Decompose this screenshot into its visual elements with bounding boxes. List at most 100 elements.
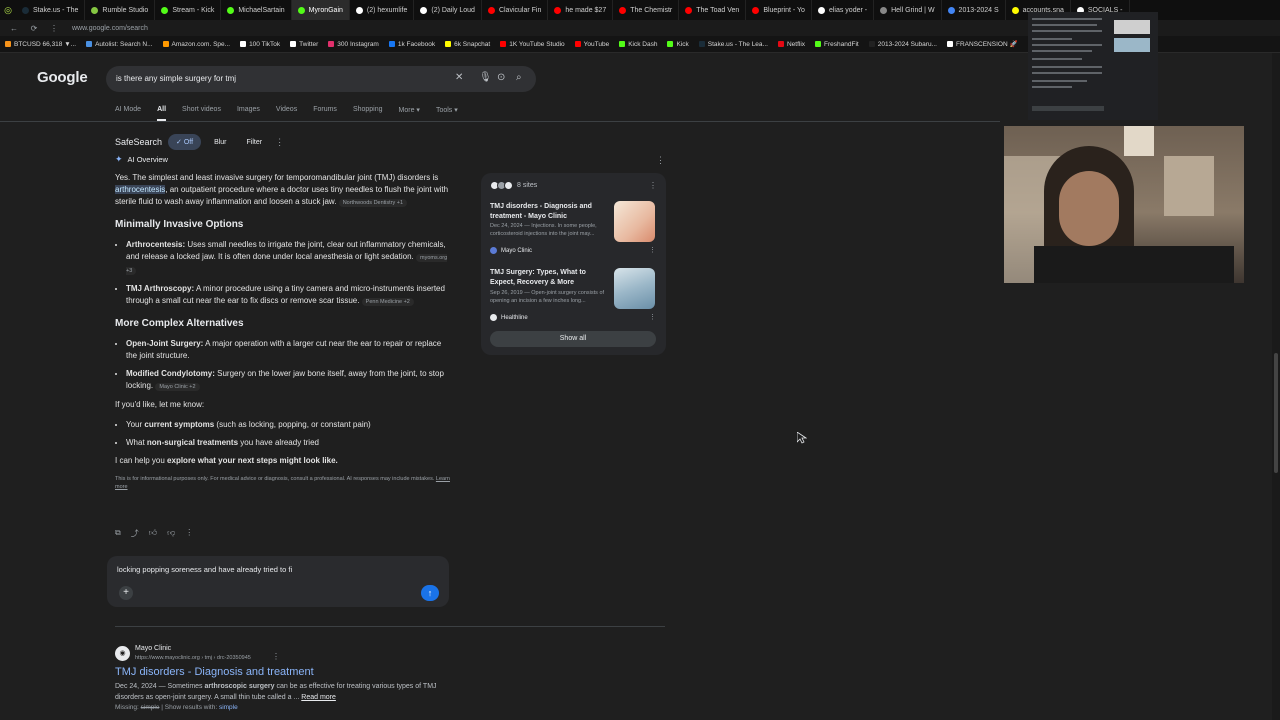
search-tab[interactable]: Short videos: [182, 106, 221, 121]
search-input[interactable]: is there any simple surgery for tmj: [116, 74, 236, 83]
browser-tab[interactable]: The Chemistr: [613, 0, 680, 20]
bookmark-item[interactable]: 6k Snapchat: [440, 41, 495, 48]
source-chip[interactable]: Penn Medicine +2: [361, 298, 414, 306]
tab-label: Stream - Kick: [172, 6, 215, 14]
list-item: What non-surgical treatments you have al…: [126, 437, 450, 449]
source-thumbnail[interactable]: [614, 268, 655, 309]
search-tab[interactable]: All: [157, 106, 167, 121]
source-thumbnail[interactable]: [614, 201, 655, 242]
safesearch-off-chip[interactable]: ✓ Off: [168, 134, 202, 150]
questions-list: Your current symptoms (such as locking, …: [126, 419, 450, 449]
bookmark-item[interactable]: 100 TikTok: [235, 41, 285, 48]
item-text: Your: [126, 420, 145, 429]
browser-tab[interactable]: Hell Grind | W: [874, 0, 942, 20]
mouse-cursor-icon: [796, 431, 808, 449]
safesearch-blur-chip[interactable]: Blur: [207, 136, 233, 149]
google-logo[interactable]: Google: [37, 69, 88, 86]
bookmark-item[interactable]: Amazon.com. Spe...: [158, 41, 236, 48]
more-options-icon[interactable]: ⋮: [275, 137, 284, 148]
card-menu-icon[interactable]: ⋮: [649, 246, 656, 254]
search-tab[interactable]: Forums: [313, 106, 337, 121]
browser-tab[interactable]: (2) hexumlife: [350, 0, 415, 20]
browser-tab[interactable]: Rumble Studio: [85, 0, 156, 20]
scrollbar-thumb[interactable]: [1274, 353, 1278, 473]
search-icon[interactable]: ⌕: [516, 72, 522, 83]
send-button[interactable]: ↑: [421, 585, 439, 601]
browser-tab[interactable]: The Toad Ven: [679, 0, 747, 20]
search-tab[interactable]: More ▾: [399, 106, 420, 121]
mic-icon[interactable]: 🎙: [479, 72, 492, 83]
read-more-link[interactable]: Read more: [301, 694, 336, 701]
browser-tab[interactable]: Stake.us - The: [16, 0, 86, 20]
copy-icon[interactable]: ⧉: [115, 528, 121, 539]
browser-tab[interactable]: Clavicular Fin: [482, 0, 549, 20]
browser-tab[interactable]: Blueprint - Yo: [746, 0, 812, 20]
tab-favicon-icon: [161, 6, 169, 14]
search-box[interactable]: is there any simple surgery for tmj ✕ 🎙 …: [106, 66, 536, 92]
search-tab[interactable]: Shopping: [353, 106, 383, 121]
tab-favicon-icon: [1011, 6, 1019, 14]
bookmark-item[interactable]: 1K YouTube Studio: [495, 41, 569, 48]
bookmark-item[interactable]: YouTube: [570, 41, 615, 48]
bookmark-item[interactable]: 2013-2024 Subaru...: [864, 41, 942, 48]
show-all-button[interactable]: Show all: [490, 331, 656, 347]
browser-tab[interactable]: Stream - Kick: [155, 0, 222, 20]
source-card-title[interactable]: TMJ disorders - Diagnosis and treatment …: [490, 202, 610, 222]
bookmark-item[interactable]: 1k Facebook: [384, 41, 440, 48]
show-results-link[interactable]: simple: [219, 704, 238, 711]
bookmark-item[interactable]: BTCUSD 66,318 ▼...: [0, 41, 81, 48]
sources-header[interactable]: 8 sites: [490, 181, 537, 190]
add-icon[interactable]: +: [119, 586, 133, 600]
browser-tab[interactable]: elias yoder -: [812, 0, 875, 20]
source-card-title[interactable]: TMJ Surgery: Types, What to Expect, Reco…: [490, 268, 610, 288]
bookmark-item[interactable]: FreshandFit: [810, 41, 864, 48]
source-chip[interactable]: Mayo Clinic +2: [155, 383, 200, 391]
bookmark-item[interactable]: Netflix: [773, 41, 810, 48]
bookmark-label: 300 Instagram: [337, 40, 379, 48]
card-menu-icon[interactable]: ⋮: [649, 313, 656, 321]
result-url[interactable]: https://www.mayoclinic.org › tmj › drc-2…: [135, 655, 251, 661]
site-info-icon[interactable]: ⋮: [48, 24, 60, 33]
browser-tab[interactable]: MyronGain: [291, 0, 350, 20]
bookmark-item[interactable]: Kick: [662, 41, 693, 48]
search-tab[interactable]: AI Mode: [115, 106, 141, 121]
sources-menu-icon[interactable]: ⋮: [649, 181, 657, 190]
bookmark-item[interactable]: Autolist: Search N...: [81, 41, 157, 48]
safesearch-filter-chip[interactable]: Filter: [240, 136, 270, 149]
browser-tab[interactable]: MichaelSartain: [221, 0, 292, 20]
clear-icon[interactable]: ✕: [455, 72, 463, 83]
browser-tab[interactable]: he made $27: [548, 0, 614, 20]
bookmark-item[interactable]: Twitter: [285, 41, 323, 48]
more-options-icon[interactable]: ⋮: [185, 528, 193, 539]
ask-text: If you'd like, let me know:: [115, 400, 205, 409]
browser-menu-icon[interactable]: ◎: [0, 5, 16, 16]
bookmark-item[interactable]: Stake.us - The Lea...: [694, 41, 773, 48]
thumbs-down-icon[interactable]: 👎︎: [167, 528, 175, 539]
back-icon[interactable]: ←: [8, 24, 20, 33]
search-tab[interactable]: Images: [237, 106, 260, 121]
browser-tab[interactable]: 2013-2024 S: [942, 0, 1006, 20]
bookmark-item[interactable]: FRANSCENSION 🚀: [942, 40, 1023, 48]
search-tab[interactable]: Tools ▾: [436, 106, 458, 121]
options-list: Arthrocentesis: Uses small needles to ir…: [126, 239, 450, 308]
followup-input-box[interactable]: locking popping soreness and have alread…: [107, 556, 449, 607]
webcam-overlay: [1004, 126, 1244, 283]
result-title-link[interactable]: TMJ disorders - Diagnosis and treatment: [115, 666, 314, 678]
browser-tab[interactable]: (2) Daily Loud: [414, 0, 482, 20]
search-tab[interactable]: Videos: [276, 106, 297, 121]
preview-thumb: [1114, 38, 1150, 52]
lens-icon[interactable]: ⊙: [497, 72, 505, 83]
source-chip[interactable]: Northwoods Dentistry +1: [338, 199, 408, 207]
result-snippet: Dec 24, 2024 — Sometimes arthroscopic su…: [115, 681, 445, 703]
result-menu-icon[interactable]: ⋮: [272, 652, 280, 661]
url-field[interactable]: www.google.com/search: [72, 25, 148, 32]
share-icon[interactable]: ⤴: [131, 528, 139, 539]
result-site-name[interactable]: Mayo Clinic: [135, 645, 171, 652]
page-scrollbar[interactable]: [1272, 53, 1280, 720]
followup-input[interactable]: locking popping soreness and have alread…: [117, 565, 292, 574]
bookmark-item[interactable]: 300 Instagram: [323, 41, 384, 48]
thumbs-up-icon[interactable]: 👍︎: [149, 528, 157, 539]
reload-icon[interactable]: ⟳: [28, 24, 40, 33]
ai-overview-menu-icon[interactable]: ⋮: [656, 155, 665, 166]
bookmark-item[interactable]: Kick Dash: [614, 41, 662, 48]
